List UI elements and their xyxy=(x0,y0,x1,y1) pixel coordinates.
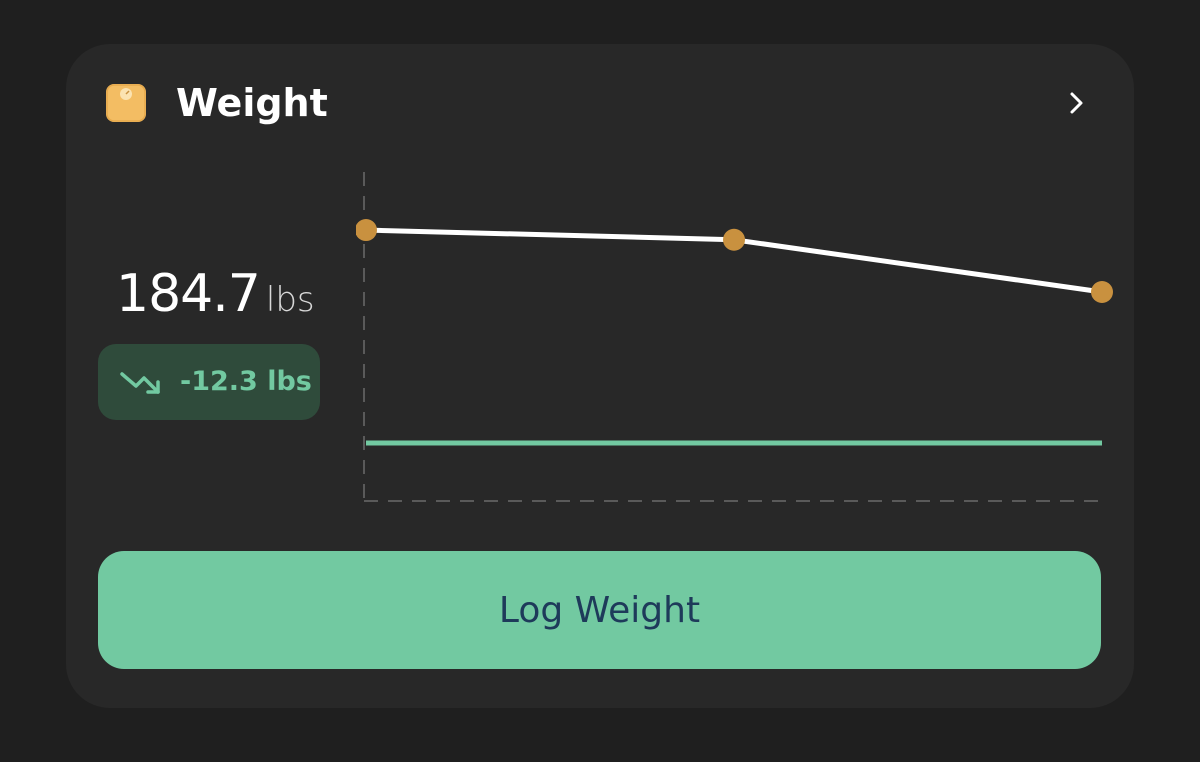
trending-down-icon xyxy=(120,372,160,394)
current-weight-value: 184.7 xyxy=(116,264,261,324)
data-point xyxy=(356,219,377,242)
current-weight: 184.7 lbs xyxy=(116,264,315,336)
current-weight-unit: lbs xyxy=(265,280,315,320)
chevron-right-icon[interactable] xyxy=(1062,88,1092,118)
weight-card: Weight 184.7 lbs -12.3 lbs Log Weight xyxy=(66,44,1134,708)
weight-trend-chart xyxy=(356,172,1113,502)
weight-change-badge: -12.3 lbs xyxy=(98,344,320,420)
weight-change-text: -12.3 lbs xyxy=(180,366,312,397)
log-weight-button[interactable]: Log Weight xyxy=(98,551,1101,669)
scale-icon xyxy=(106,84,146,122)
card-title: Weight xyxy=(176,81,328,125)
data-point xyxy=(723,228,745,251)
data-point xyxy=(1091,280,1113,303)
